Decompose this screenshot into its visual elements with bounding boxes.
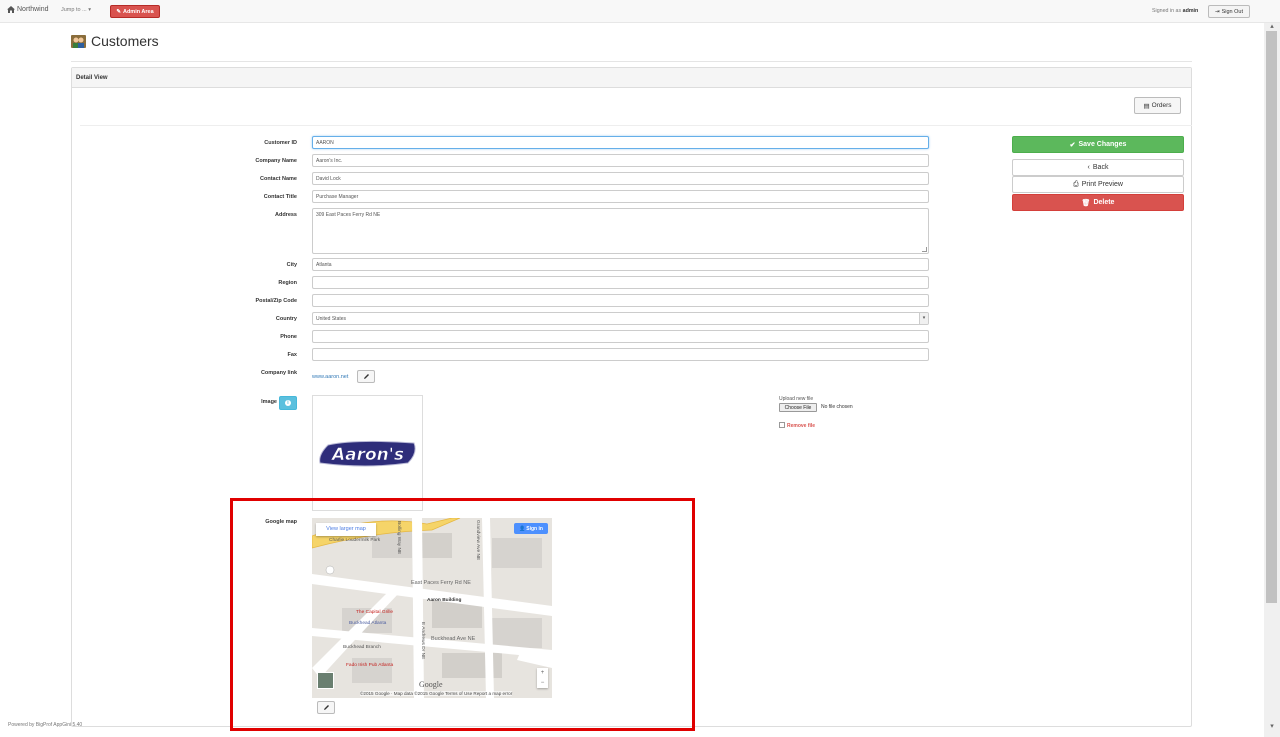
scroll-down-arrow[interactable]: ▾: [1267, 723, 1277, 731]
delete-label: Delete: [1093, 199, 1115, 206]
city-label: City: [286, 262, 297, 268]
address-value: 309 East Paces Ferry Rd NE: [316, 212, 381, 218]
admin-area-label: Admin Area: [122, 8, 154, 15]
edit-link-button[interactable]: [357, 370, 375, 383]
signed-in-prefix: Signed in as: [1152, 8, 1182, 14]
jump-to-label: Jump to ...: [61, 7, 87, 13]
print-label: Print Preview: [1081, 181, 1123, 188]
footer-credit: Powered by BigProf AppGini 5.40: [8, 722, 83, 728]
city-input[interactable]: Atlanta: [312, 258, 929, 271]
aarons-logo: Aaron's: [318, 440, 416, 467]
phone-label: Phone: [280, 334, 297, 340]
remove-file-checkbox[interactable]: [779, 422, 785, 428]
customer-id-input[interactable]: AARON: [312, 136, 929, 149]
brand-link[interactable]: Northwind: [7, 6, 49, 13]
panel-heading: Detail View: [72, 68, 1191, 88]
phone-input[interactable]: [312, 330, 929, 343]
signed-in-text: Signed in as admin: [1152, 8, 1198, 14]
address-textarea[interactable]: 309 East Paces Ferry Rd NE: [312, 208, 929, 254]
page-title: Customers: [71, 33, 159, 49]
back-label: Back: [1092, 164, 1109, 171]
pencil-icon: [363, 374, 369, 379]
region-label: Region: [278, 280, 297, 286]
company-link[interactable]: www.aaron.net: [312, 374, 348, 380]
company-image: Aaron's: [312, 395, 423, 511]
remove-file-label[interactable]: Remove file: [787, 423, 815, 429]
contact-name-input[interactable]: David Lock: [312, 172, 929, 185]
no-file-text: No file chosen: [821, 404, 853, 410]
info-icon: i: [285, 400, 291, 406]
company-link-label: Company link: [260, 370, 297, 376]
home-icon: [7, 6, 15, 13]
save-label: Save Changes: [1078, 141, 1127, 148]
region-input[interactable]: [312, 276, 929, 289]
country-value: United States: [316, 316, 347, 322]
title-divider: [71, 61, 1192, 62]
top-navbar: Northwind Jump to ... ▾ ✎ Admin Area Sig…: [0, 0, 1280, 23]
postal-code-input[interactable]: [312, 294, 929, 307]
company-name-label: Company Name: [255, 158, 297, 164]
logout-icon: ⇥: [1214, 8, 1220, 15]
chevron-left-icon: ‹: [1087, 164, 1090, 171]
upload-label: Upload new file: [779, 396, 814, 402]
fax-input[interactable]: [312, 348, 929, 361]
delete-button[interactable]: 🗑 Delete: [1012, 194, 1184, 211]
customers-icon: [71, 34, 86, 48]
orders-label: Orders: [1151, 102, 1172, 109]
admin-area-button[interactable]: ✎ Admin Area: [110, 5, 160, 18]
wrench-icon: ✎: [116, 8, 121, 15]
scroll-up-arrow[interactable]: ▴: [1267, 23, 1277, 31]
address-label: Address: [274, 212, 297, 218]
customer-id-label: Customer ID: [264, 140, 297, 146]
sign-out-label: Sign Out: [1221, 8, 1243, 15]
check-icon: ✔: [1069, 141, 1076, 149]
print-icon: ⎙: [1073, 180, 1079, 188]
contact-title-label: Contact Title: [263, 194, 297, 200]
choose-file-button[interactable]: Choose File: [779, 403, 817, 412]
page-scrollbar[interactable]: ▴ ▾: [1264, 23, 1280, 737]
print-preview-button[interactable]: ⎙ Print Preview: [1012, 176, 1184, 193]
trash-icon: 🗑: [1081, 199, 1091, 207]
brand-label: Northwind: [17, 6, 49, 13]
orders-button[interactable]: ▤ Orders: [1134, 97, 1181, 114]
save-changes-button[interactable]: ✔ Save Changes: [1012, 136, 1184, 153]
image-info-button[interactable]: i: [279, 396, 297, 410]
dropdown-arrow-icon[interactable]: ▾: [919, 313, 928, 324]
contact-name-label: Contact Name: [260, 176, 297, 182]
back-button[interactable]: ‹ Back: [1012, 159, 1184, 176]
caret-down-icon: ▾: [88, 7, 91, 13]
highlight-box: [230, 498, 695, 731]
jump-to-dropdown[interactable]: Jump to ... ▾: [61, 7, 91, 13]
image-label: Image: [261, 399, 277, 405]
signed-in-user: admin: [1182, 8, 1199, 14]
section-divider: [80, 125, 1192, 126]
company-name-input[interactable]: Aaron's Inc.: [312, 154, 929, 167]
contact-title-input[interactable]: Purchase Manager: [312, 190, 929, 203]
fax-label: Fax: [287, 352, 297, 358]
country-label: Country: [275, 316, 297, 322]
sign-out-button[interactable]: ⇥ Sign Out: [1208, 5, 1250, 18]
table-icon: ▤: [1143, 102, 1150, 110]
scroll-thumb[interactable]: [1266, 31, 1277, 603]
resize-handle[interactable]: [922, 247, 927, 252]
page-title-text: Customers: [91, 33, 159, 49]
postal-code-label: Postal/Zip Code: [255, 298, 297, 304]
logo-text: Aaron's: [329, 445, 403, 465]
country-select[interactable]: United States ▾: [312, 312, 929, 325]
